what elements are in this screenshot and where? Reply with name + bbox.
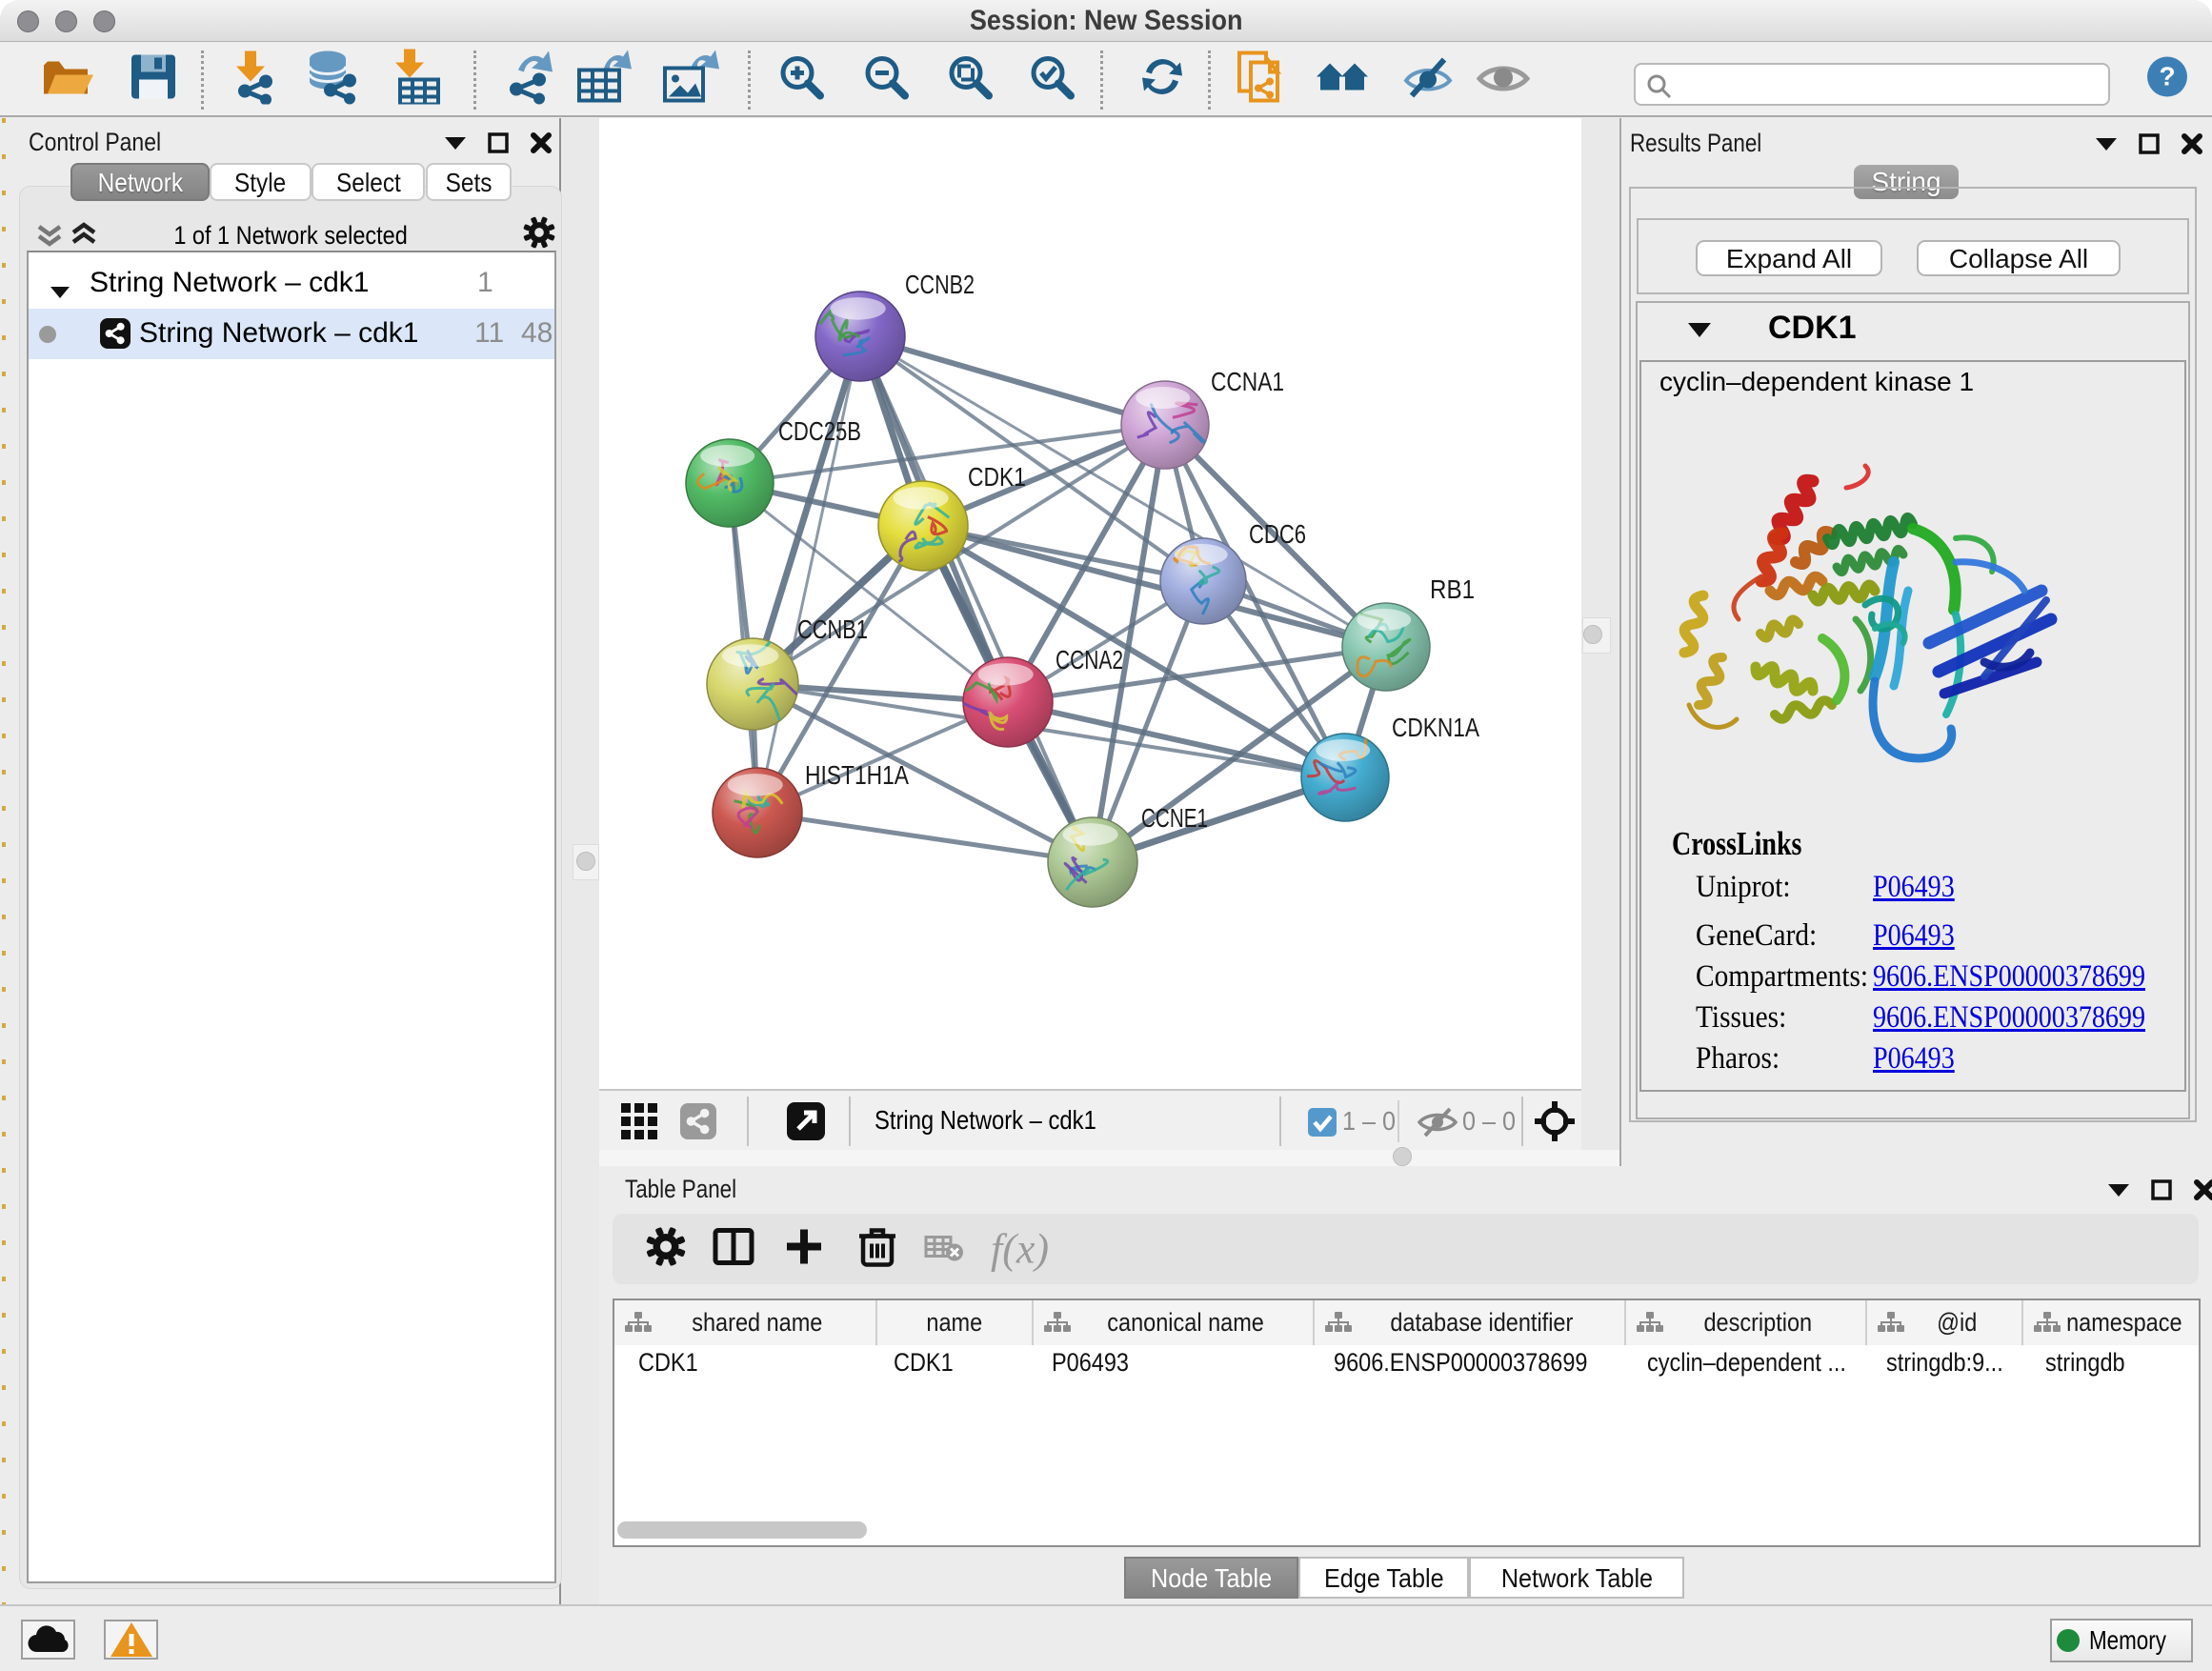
svg-text:CDC25B: CDC25B — [778, 416, 861, 446]
svg-text:CCNA1: CCNA1 — [1211, 367, 1284, 396]
svg-text:CDC6: CDC6 — [1249, 519, 1306, 549]
svg-text:?: ? — [2159, 62, 2175, 91]
svg-text:CCNB2: CCNB2 — [905, 270, 975, 299]
svg-text:CDK1: CDK1 — [968, 462, 1026, 492]
svg-text:HIST1H1A: HIST1H1A — [805, 760, 909, 790]
svg-text:CDKN1A: CDKN1A — [1392, 713, 1479, 742]
svg-text:CCNE1: CCNE1 — [1141, 803, 1208, 833]
svg-text:RB1: RB1 — [1430, 574, 1475, 604]
svg-text:CCNA2: CCNA2 — [1056, 645, 1123, 674]
svg-text:CCNB1: CCNB1 — [797, 614, 868, 644]
